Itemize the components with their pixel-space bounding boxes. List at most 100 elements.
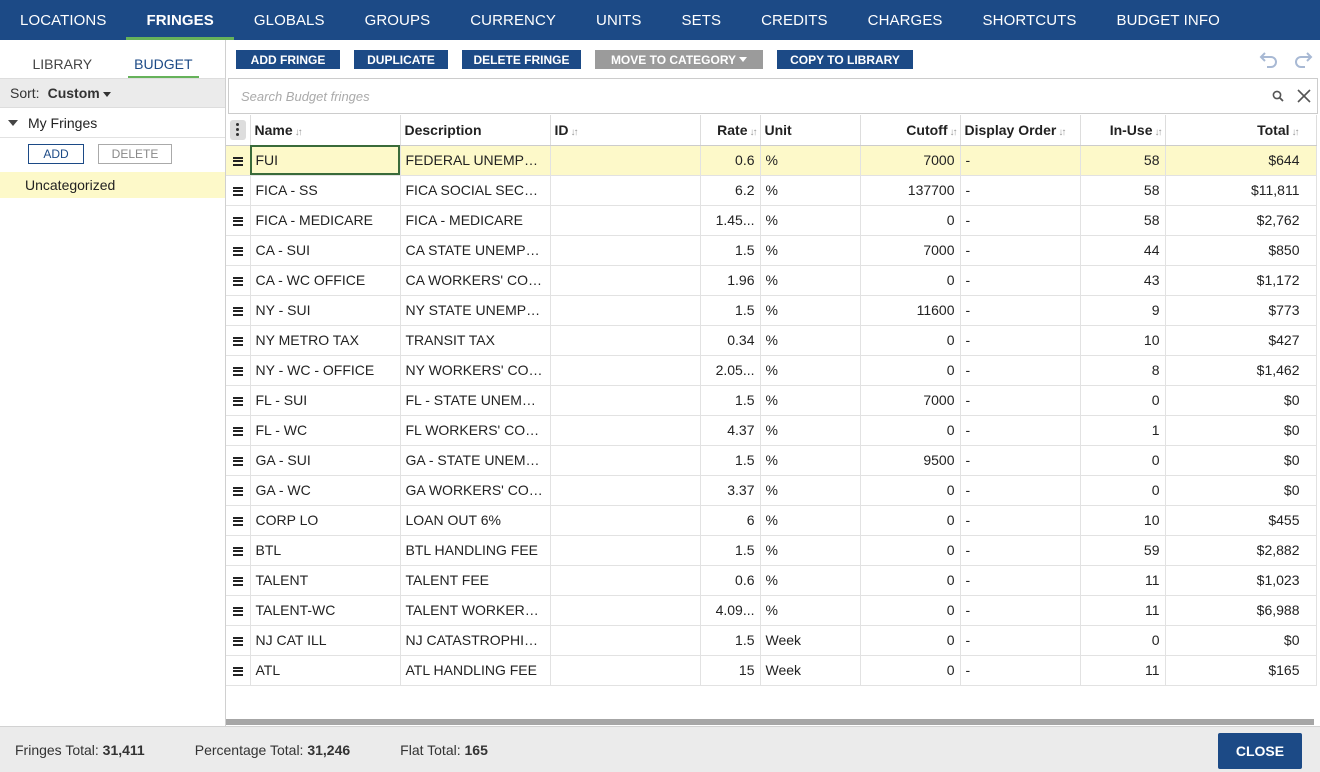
cell-description[interactable]: GA WORKERS' COMP [400,475,551,506]
sort-arrows-icon[interactable]: ↓↑ [950,127,958,138]
drag-handle[interactable] [226,415,251,446]
cell-cutoff[interactable]: 0 [860,565,961,596]
cell-rate[interactable]: 0.34 [700,325,761,356]
cell-rate[interactable]: 15 [700,655,761,686]
drag-handle[interactable] [226,235,251,266]
cell-description[interactable]: TRANSIT TAX [400,325,551,356]
cell-in-use[interactable]: 11 [1080,565,1166,596]
sort-arrows-icon[interactable]: ↓↑ [1058,127,1066,138]
tab-charges[interactable]: CHARGES [848,0,963,40]
cell-unit[interactable]: % [760,505,861,536]
cell-cutoff[interactable]: 7000 [860,145,961,176]
drag-handle-icon[interactable] [232,306,243,316]
table-row[interactable]: NY - SUINY STATE UNEMPLOYMENT 1.5%11600-9… [226,295,1317,326]
delete-fringe-button[interactable]: DELETE FRINGE [462,50,581,69]
cell-name[interactable]: CORP LO [250,505,401,536]
cell-description[interactable]: TALENT WORKERS' COMP [400,595,551,626]
cell-unit[interactable]: % [760,475,861,506]
cell-unit[interactable]: Week [760,625,861,656]
tab-currency[interactable]: CURRENCY [450,0,576,40]
cell-unit[interactable]: % [760,265,861,296]
column-header-description[interactable]: Description [400,115,551,146]
cell-description[interactable]: FL - STATE UNEMPLOYMENT [400,385,551,416]
kebab-menu-icon[interactable] [229,119,246,140]
column-header-unit[interactable]: Unit [760,115,861,146]
cell-unit[interactable]: % [760,415,861,446]
tab-units[interactable]: UNITS [576,0,662,40]
drag-handle[interactable] [226,265,251,296]
table-row[interactable]: FUIFEDERAL UNEMPLOYMENT 0.6%7000-58$644 [226,145,1317,176]
tab-budget-info[interactable]: BUDGET INFO [1097,0,1240,40]
cell-total[interactable]: $11,811 [1165,175,1317,206]
cell-cutoff[interactable]: 0 [860,625,961,656]
drag-handle[interactable] [226,625,251,656]
cell-rate[interactable]: 3.37 [700,475,761,506]
cell-id[interactable] [550,325,701,356]
cell-unit[interactable]: % [760,235,861,266]
sort-arrows-icon[interactable]: ↓↑ [1155,127,1163,138]
cell-display-order[interactable]: - [960,385,1081,416]
cell-rate[interactable]: 4.37 [700,415,761,446]
cell-id[interactable] [550,445,701,476]
delete-category-button[interactable]: DELETE [98,144,172,164]
drag-handle[interactable] [226,565,251,596]
table-row[interactable]: FL - SUIFL - STATE UNEMPLOYMENT 1.5%7000-… [226,385,1317,416]
cell-name[interactable]: TALENT [250,565,401,596]
cell-rate[interactable]: 1.5 [700,535,761,566]
cell-rate[interactable]: 4.09... [700,595,761,626]
tab-fringes[interactable]: FRINGES [126,0,235,40]
drag-handle[interactable] [226,445,251,476]
cell-unit[interactable]: % [760,385,861,416]
sort-arrows-icon[interactable]: ↓↑ [571,127,579,138]
cell-display-order[interactable]: - [960,475,1081,506]
cell-cutoff[interactable]: 0 [860,205,961,236]
drag-handle[interactable] [226,535,251,566]
tab-credits[interactable]: CREDITS [741,0,848,40]
cell-total[interactable]: $0 [1165,445,1317,476]
cell-id[interactable] [550,205,701,236]
tab-groups[interactable]: GROUPS [345,0,451,40]
undo-icon[interactable] [1258,49,1280,69]
column-header-id[interactable]: ID ↓↑ [550,115,701,146]
cell-display-order[interactable]: - [960,505,1081,536]
drag-handle[interactable] [226,355,251,386]
drag-handle-icon[interactable] [232,186,243,196]
cell-display-order[interactable]: - [960,235,1081,266]
cell-display-order[interactable]: - [960,265,1081,296]
drag-handle-icon[interactable] [232,216,243,226]
tab-sets[interactable]: SETS [662,0,742,40]
table-row[interactable]: CORP LO LOAN OUT 6% 6% 0-10 $455 [226,505,1317,536]
move-to-category-button[interactable]: MOVE TO CATEGORY [595,50,763,69]
cell-description[interactable]: NY STATE UNEMPLOYMENT [400,295,551,326]
column-menu[interactable] [226,115,251,146]
cell-total[interactable]: $0 [1165,385,1317,416]
cell-total[interactable]: $2,762 [1165,205,1317,236]
cell-total[interactable]: $644 [1165,145,1317,176]
duplicate-button[interactable]: DUPLICATE [354,50,448,69]
cell-name[interactable]: ATL [250,655,401,686]
cell-name[interactable]: NY - WC - OFFICE [250,355,401,386]
cell-name[interactable]: CA - SUI [250,235,401,266]
cell-rate[interactable]: 1.5 [700,385,761,416]
cell-in-use[interactable]: 11 [1080,655,1166,686]
cell-description[interactable]: NJ CATASTROPHIC ILLNESS [400,625,551,656]
cell-name[interactable]: CA - WC OFFICE [250,265,401,296]
add-category-button[interactable]: ADD [28,144,84,164]
drag-handle-icon[interactable] [232,336,243,346]
cell-in-use[interactable]: 9 [1080,295,1166,326]
cell-in-use[interactable]: 0 [1080,385,1166,416]
triangle-down-icon[interactable] [8,119,18,126]
cell-id[interactable] [550,655,701,686]
drag-handle-icon[interactable] [232,156,243,166]
copy-to-library-button[interactable]: COPY TO LIBRARY [777,50,913,69]
cell-unit[interactable]: % [760,325,861,356]
cell-id[interactable] [550,265,701,296]
cell-id[interactable] [550,295,701,326]
cell-in-use[interactable]: 8 [1080,355,1166,386]
cell-unit[interactable]: % [760,565,861,596]
drag-handle-icon[interactable] [232,606,243,616]
cell-id[interactable] [550,565,701,596]
cell-display-order[interactable]: - [960,325,1081,356]
drag-handle[interactable] [226,505,251,536]
drag-handle-icon[interactable] [232,276,243,286]
